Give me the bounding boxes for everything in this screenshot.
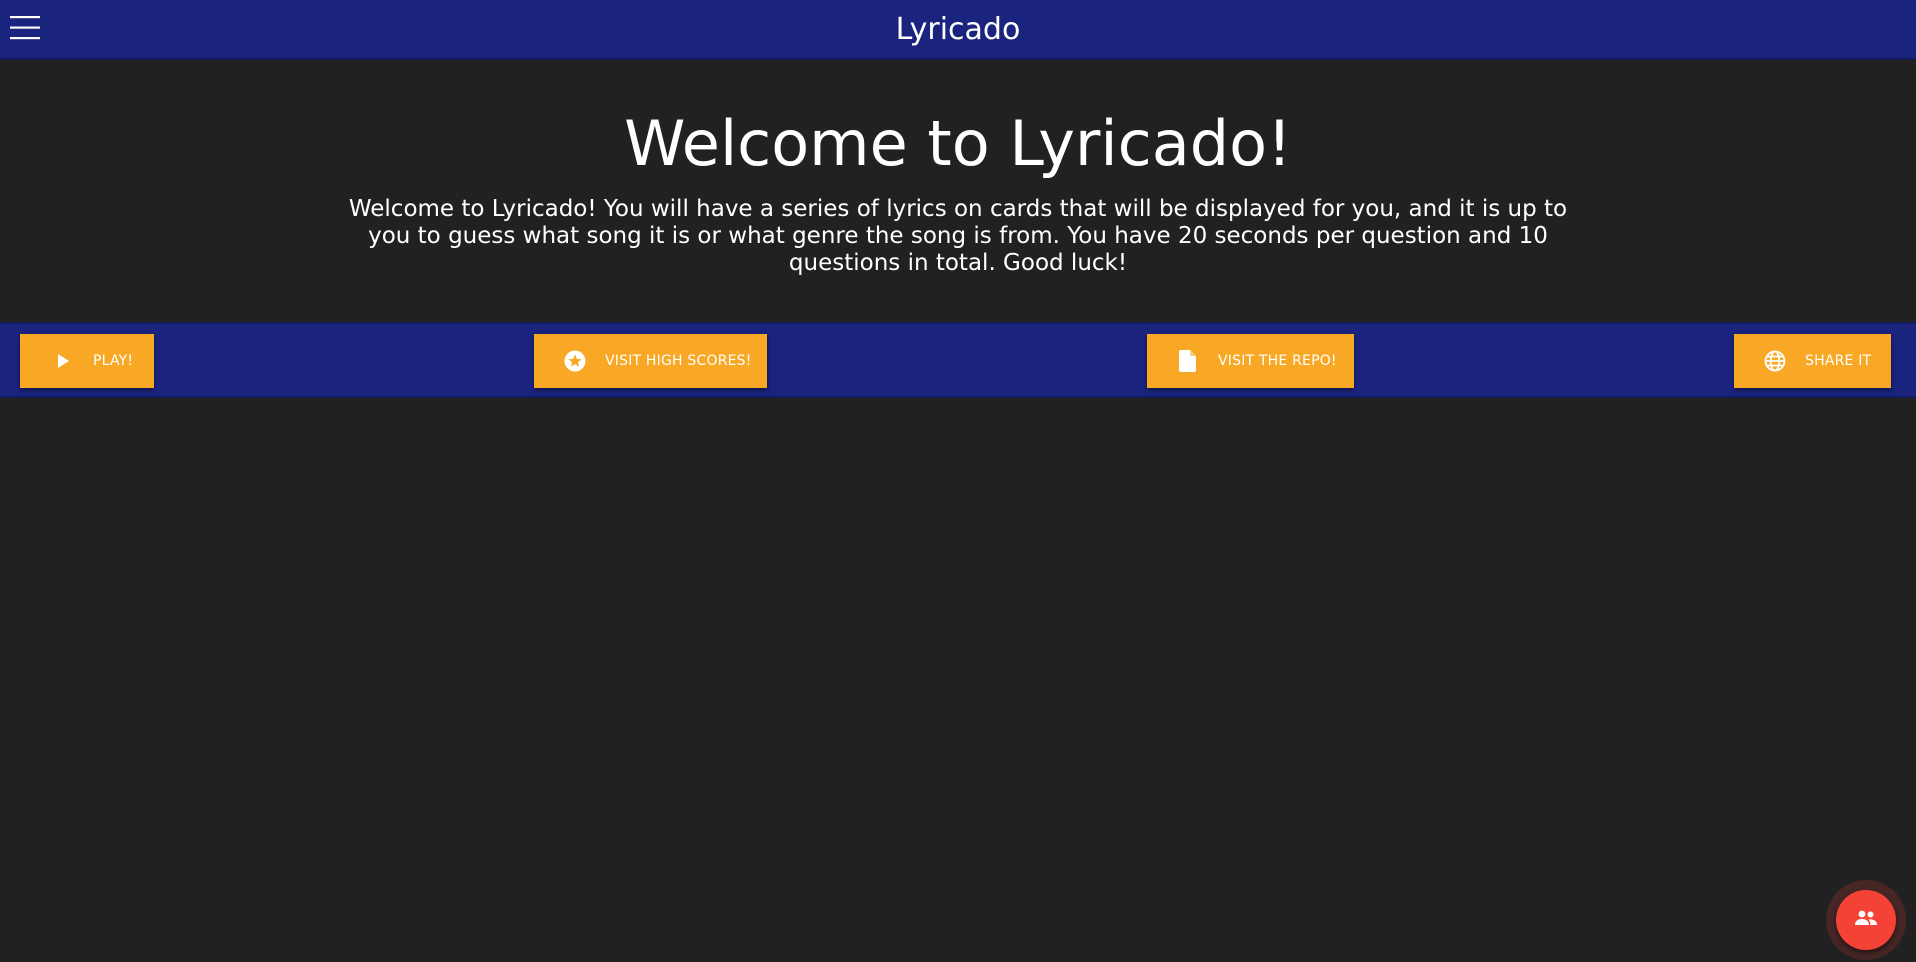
action-bar: PLAY! VISIT HIGH SCORES! VISIT THE REPO!	[0, 322, 1916, 398]
people-icon	[1854, 909, 1878, 931]
play-button-label: PLAY!	[93, 353, 134, 369]
floating-action-button[interactable]	[1836, 890, 1896, 950]
visit-repo-button[interactable]: VISIT THE REPO!	[1147, 334, 1354, 388]
play-icon	[52, 350, 74, 372]
page-title: Welcome to Lyricado!	[624, 107, 1292, 180]
share-button[interactable]: SHARE IT	[1734, 334, 1891, 388]
play-button[interactable]: PLAY!	[20, 334, 154, 388]
visit-high-scores-label: VISIT HIGH SCORES!	[605, 353, 752, 369]
welcome-description: Welcome to Lyricado! You will have a ser…	[348, 196, 1568, 276]
top-app-bar: Lyricado	[0, 0, 1916, 60]
visit-repo-label: VISIT THE REPO!	[1218, 353, 1337, 369]
visit-high-scores-button[interactable]: VISIT HIGH SCORES!	[534, 334, 767, 388]
share-label: SHARE IT	[1805, 353, 1872, 369]
star-circle-icon	[564, 350, 586, 372]
app-title: Lyricado	[895, 12, 1021, 47]
globe-icon	[1764, 350, 1786, 372]
file-icon	[1177, 350, 1199, 372]
welcome-section: Welcome to Lyricado! Welcome to Lyricado…	[0, 60, 1916, 322]
